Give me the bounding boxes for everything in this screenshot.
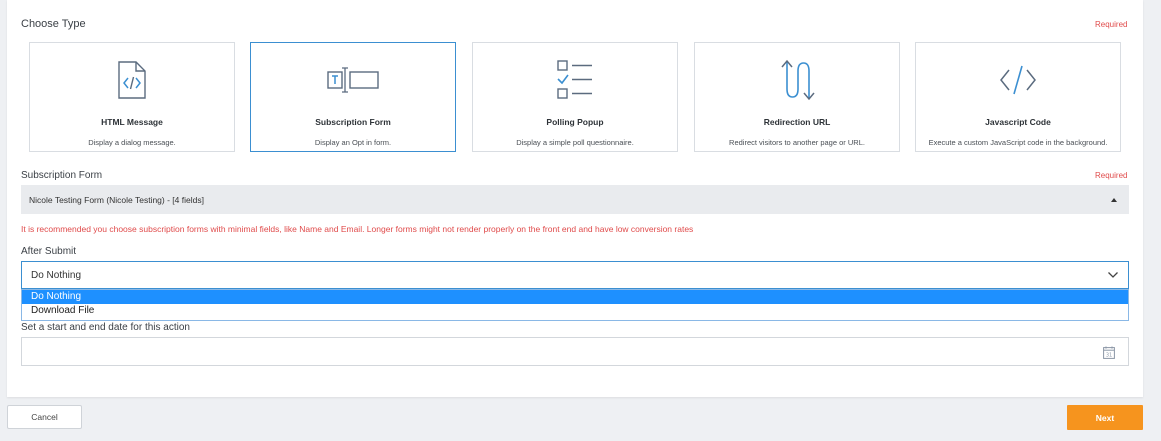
subscription-form-label: Subscription Form <box>21 170 103 181</box>
after-submit-select[interactable]: Do Nothing <box>21 261 1129 289</box>
schedule-label: Set a start and end date for this action <box>21 322 190 333</box>
after-submit-options: Do Nothing Download File <box>21 289 1129 321</box>
redirect-arrows-icon <box>781 59 815 101</box>
chevron-down-icon <box>1108 272 1118 278</box>
card-title: Redirection URL <box>763 117 831 127</box>
after-submit-value: Do Nothing <box>31 269 82 281</box>
card-title: Polling Popup <box>546 117 604 127</box>
card-desc: Display an Opt in form. <box>314 138 392 147</box>
choose-type-required: Required <box>1095 20 1128 29</box>
type-card-redirection-url[interactable]: Redirection URL Redirect visitors to ano… <box>694 42 900 152</box>
card-title: HTML Message <box>101 117 163 127</box>
subscription-form-select[interactable]: Nicole Testing Form (Nicole Testing) - [… <box>21 185 1129 214</box>
option-do-nothing[interactable]: Do Nothing <box>22 290 1128 304</box>
subscription-form-required: Required <box>1095 171 1128 180</box>
choose-type-label: Choose Type <box>21 18 86 30</box>
option-download-file[interactable]: Download File <box>22 304 1128 318</box>
code-brackets-icon <box>1000 65 1036 95</box>
after-submit-label: After Submit <box>21 246 77 257</box>
subscription-warning: It is recommended you choose subscriptio… <box>21 224 694 234</box>
card-desc: Display a simple poll questionnaire. <box>516 138 634 147</box>
date-range-input[interactable]: 31 <box>21 337 1129 366</box>
text-input-icon <box>327 67 379 93</box>
type-card-html-message[interactable]: HTML Message Display a dialog message. <box>29 42 235 152</box>
card-title: Javascript Code <box>985 117 1051 127</box>
checklist-icon <box>557 60 592 99</box>
next-button[interactable]: Next <box>1067 405 1143 430</box>
type-card-polling-popup[interactable]: Polling Popup Display a simple poll ques… <box>472 42 678 152</box>
calendar-day: 31 <box>1106 353 1112 359</box>
card-desc: Execute a custom JavaScript code in the … <box>928 138 1108 147</box>
subscription-form-value: Nicole Testing Form (Nicole Testing) - [… <box>29 194 204 205</box>
card-title: Subscription Form <box>315 117 391 127</box>
html-file-icon <box>118 61 146 99</box>
caret-up-icon <box>1111 197 1117 202</box>
card-desc: Redirect visitors to another page or URL… <box>729 138 865 147</box>
card-desc: Display a dialog message. <box>88 138 176 147</box>
cancel-button[interactable]: Cancel <box>7 405 82 429</box>
type-card-javascript-code[interactable]: Javascript Code Execute a custom JavaScr… <box>915 42 1121 152</box>
type-card-subscription-form[interactable]: Subscription Form Display an Opt in form… <box>250 42 456 152</box>
calendar-icon[interactable]: 31 <box>1103 346 1115 359</box>
